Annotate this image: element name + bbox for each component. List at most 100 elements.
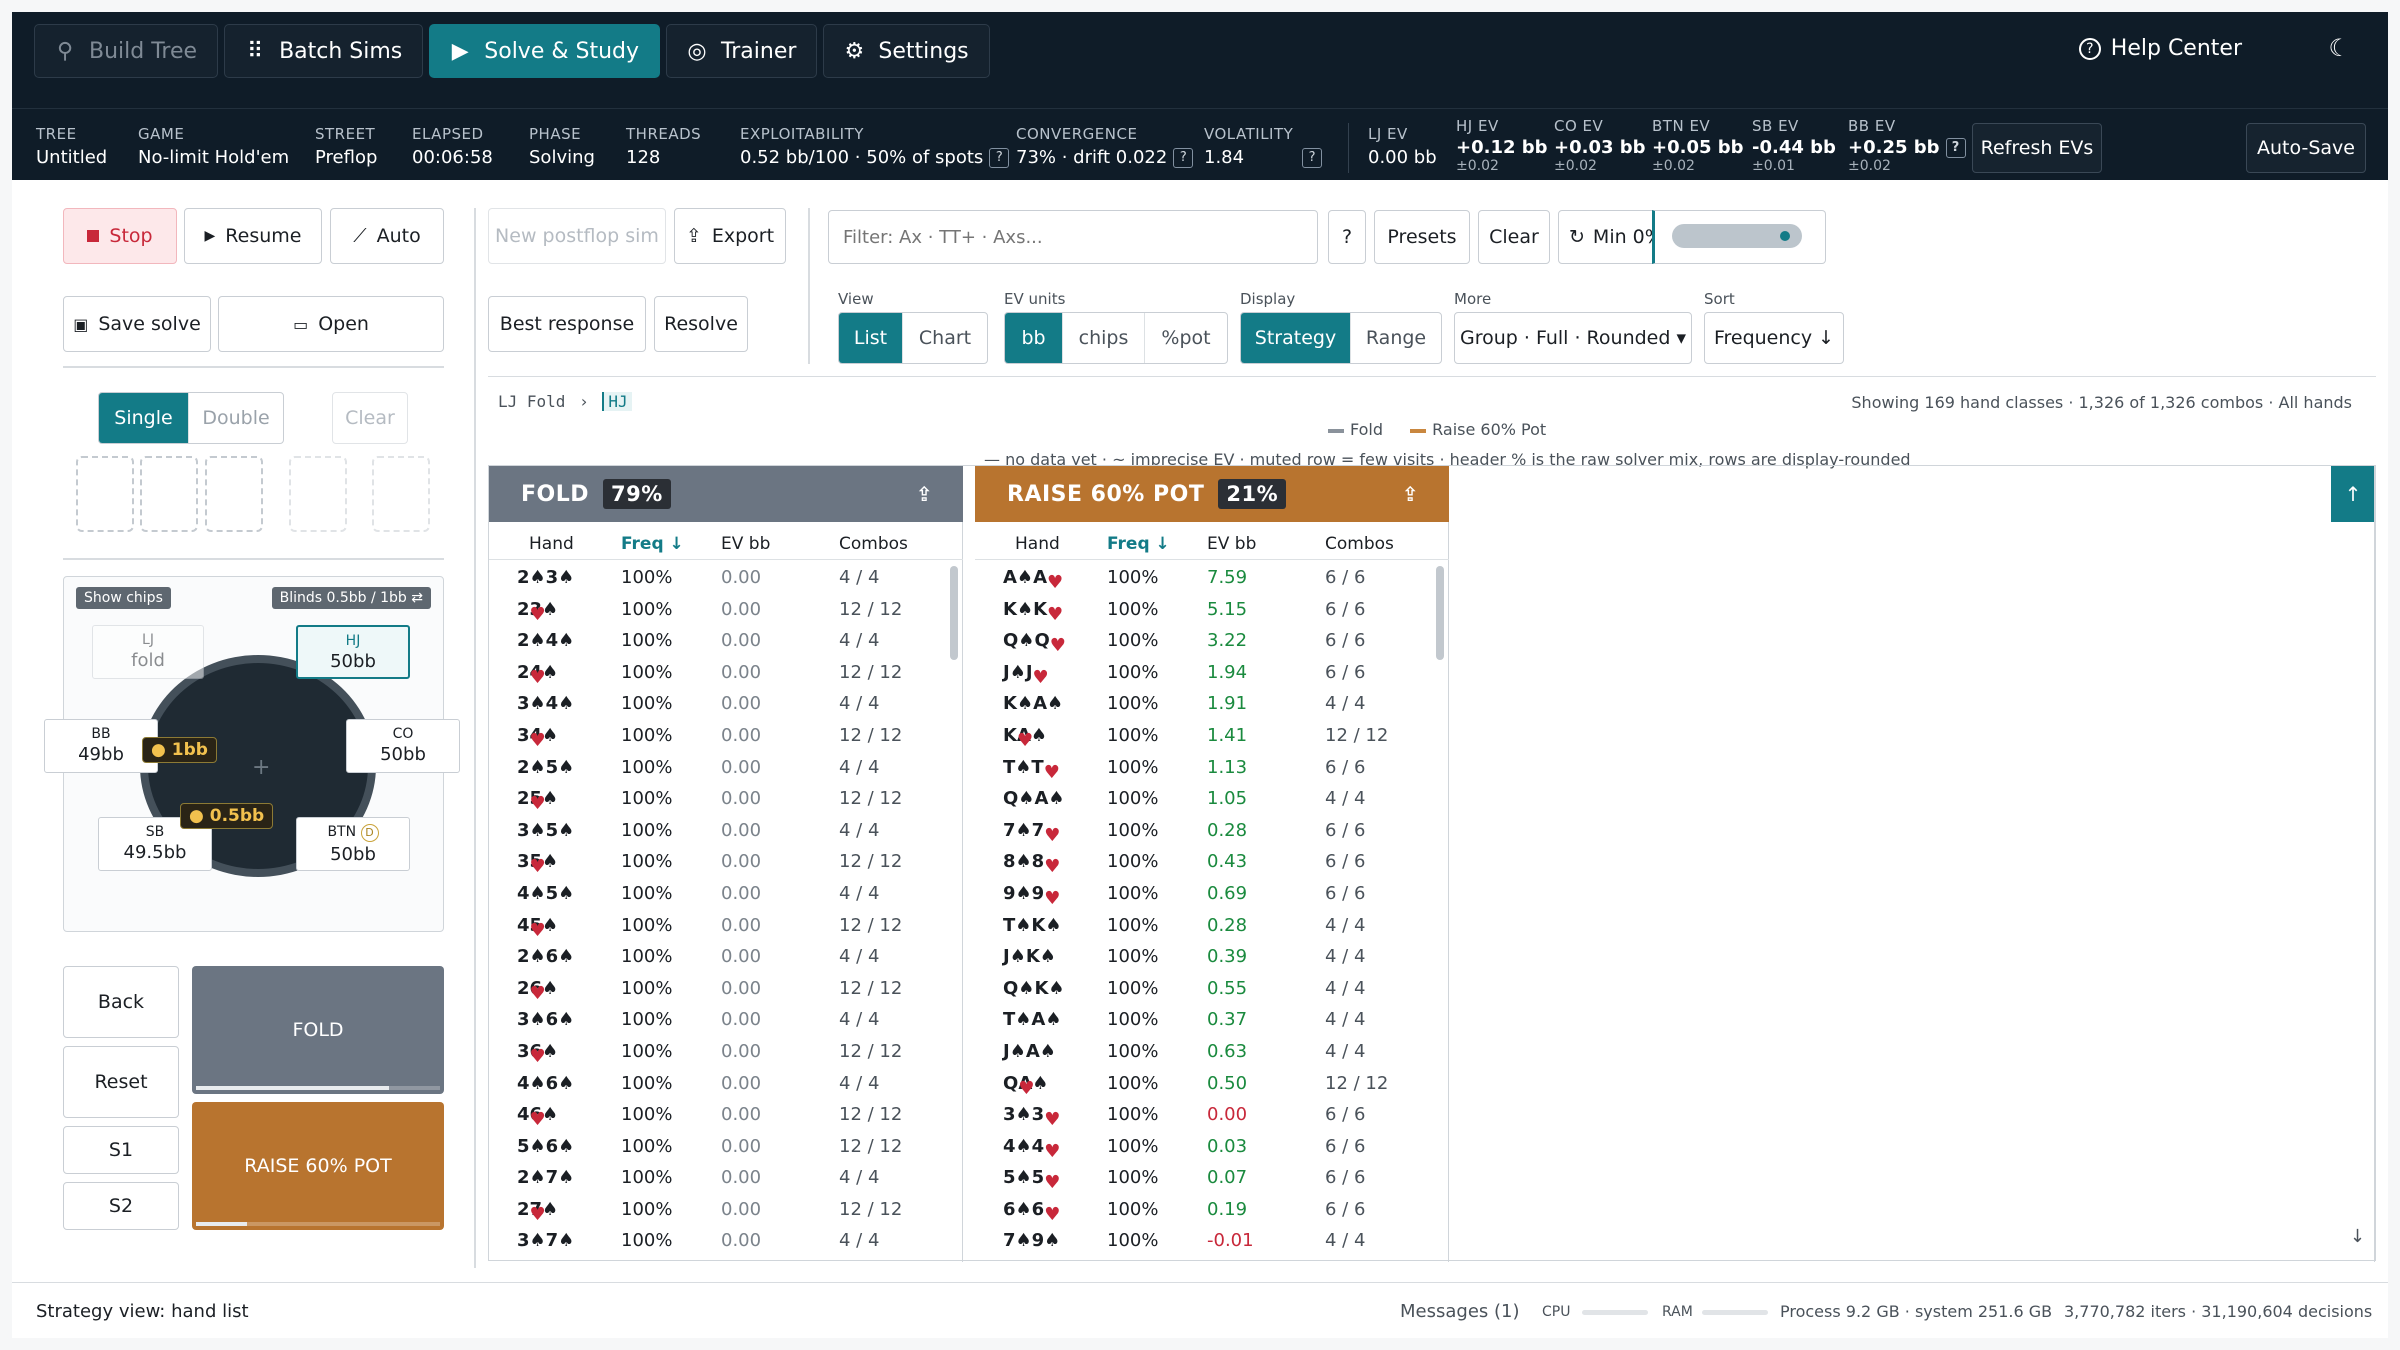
table-row[interactable]: 2 ♥ 7♠ 100% 0.00 12 / 12 <box>489 1194 949 1226</box>
ev-unit-bb-option[interactable]: bb <box>1005 313 1063 363</box>
table-row[interactable]: 4 ♥ 6♠ 100% 0.00 12 / 12 <box>489 1099 949 1131</box>
messages-link[interactable]: Messages (1) <box>1400 1301 1520 1322</box>
show-chips-button[interactable]: Show chips <box>76 587 171 609</box>
export-button[interactable]: ⇪ Export <box>674 208 786 264</box>
table-row[interactable]: 3♠4♠ 100% 0.00 4 / 4 <box>489 688 949 720</box>
min-frequency-control[interactable]: ↻ Min 0% <box>1558 210 1663 264</box>
board-card-slot-5[interactable] <box>372 456 430 532</box>
blinds-toggle-button[interactable]: Blinds 0.5bb / 1bb ⇄ <box>271 587 431 609</box>
table-row[interactable]: Q ♥ A♠ 100% 0.50 12 / 12 <box>975 1068 1435 1100</box>
nav-settings[interactable]: ⚙ Settings <box>823 24 990 78</box>
table-row[interactable]: 5♠6♠ 100% 0.00 12 / 12 <box>489 1131 949 1163</box>
table-row[interactable]: 3♠6♠ 100% 0.00 4 / 4 <box>489 1004 949 1036</box>
table-row[interactable]: J♠A♠ 100% 0.63 4 / 4 <box>975 1036 1435 1068</box>
seat-lj[interactable]: LJ fold <box>92 625 204 679</box>
view-list-option[interactable]: List <box>839 313 903 363</box>
table-row[interactable]: 3♠7♠ 100% 0.00 4 / 4 <box>489 1225 949 1257</box>
table-row[interactable]: 7♠9♠ 100% -0.01 4 / 4 <box>975 1225 1435 1257</box>
table-row[interactable]: 4♠6♠ 100% 0.00 4 / 4 <box>489 1068 949 1100</box>
table-row[interactable]: K♠A♠ 100% 1.91 4 / 4 <box>975 688 1435 720</box>
reset-button[interactable]: Reset <box>63 1046 179 1118</box>
board-card-slot-1[interactable] <box>76 456 134 532</box>
convergence-help-icon[interactable]: ? <box>1173 148 1194 168</box>
table-row[interactable]: 2♠6♠ 100% 0.00 4 / 4 <box>489 941 949 973</box>
resume-button[interactable]: ▶ Resume <box>184 208 322 264</box>
table-row[interactable]: 4♠5♠ 100% 0.00 4 / 4 <box>489 878 949 910</box>
table-row[interactable]: 3 ♥ 4♠ 100% 0.00 12 / 12 <box>489 720 949 752</box>
nav-solve-study[interactable]: ▶ Solve & Study <box>429 24 661 78</box>
seat-btn[interactable]: BTN D 50bb <box>296 817 410 871</box>
filter-help-button[interactable]: ? <box>1328 210 1366 264</box>
best-response-button[interactable]: Best response <box>488 296 646 352</box>
table-row[interactable]: A♠A ♥ 100% 7.59 6 / 6 <box>975 562 1435 594</box>
board-card-slot-2[interactable] <box>140 456 198 532</box>
table-row[interactable]: 2♠5♠ 100% 0.00 4 / 4 <box>489 752 949 784</box>
table-row[interactable]: 2 ♥ 4♠ 100% 0.00 12 / 12 <box>489 657 949 689</box>
table-row[interactable]: 8♠8 ♥ 100% 0.43 6 / 6 <box>975 846 1435 878</box>
view-chart-option[interactable]: Chart <box>903 313 987 363</box>
refresh-evs-button[interactable]: Refresh EVs <box>1972 123 2102 173</box>
scroll-down-arrow-icon[interactable]: ↓ <box>2350 1226 2365 1247</box>
save-solve-button[interactable]: ▣ Save solve <box>63 296 211 352</box>
nav-trainer[interactable]: ◎ Trainer <box>666 24 818 78</box>
upload-icon[interactable]: ⇪ <box>916 482 933 506</box>
table-row[interactable]: Q♠K♠ 100% 0.55 4 / 4 <box>975 973 1435 1005</box>
table-row[interactable]: 4♠4 ♥ 100% 0.03 6 / 6 <box>975 1131 1435 1163</box>
seat-co[interactable]: CO 50bb <box>346 719 460 773</box>
auto-save-button[interactable]: Auto-Save <box>2246 123 2366 173</box>
table-row[interactable]: 9♠9 ♥ 100% 0.69 6 / 6 <box>975 878 1435 910</box>
s2-button[interactable]: S2 <box>63 1182 179 1230</box>
min-frequency-slider[interactable] <box>1672 224 1802 248</box>
nav-build-tree[interactable]: ⚲ Build Tree <box>34 24 219 78</box>
table-row[interactable]: T♠A♠ 100% 0.37 4 / 4 <box>975 1004 1435 1036</box>
back-button[interactable]: Back <box>63 966 179 1038</box>
col-hand[interactable]: Hand <box>529 534 574 554</box>
presets-button[interactable]: Presets <box>1374 210 1470 264</box>
table-row[interactable]: Q♠A♠ 100% 1.05 4 / 4 <box>975 783 1435 815</box>
table-row[interactable]: K♠K ♥ 100% 5.15 6 / 6 <box>975 594 1435 626</box>
fold-action-button[interactable]: FOLD <box>192 966 444 1094</box>
single-board-toggle[interactable]: Single <box>99 393 189 443</box>
resolve-button[interactable]: Resolve <box>654 296 748 352</box>
new-postflop-sim-button[interactable]: New postflop sim <box>488 208 666 264</box>
table-row[interactable]: 3 ♥ 5♠ 100% 0.00 12 / 12 <box>489 846 949 878</box>
raise-action-button[interactable]: RAISE 60% POT <box>192 1102 444 1230</box>
open-button[interactable]: ▭ Open <box>218 296 444 352</box>
col-freq[interactable]: Freq ↓ <box>621 534 684 554</box>
table-row[interactable]: 2♠4♠ 100% 0.00 4 / 4 <box>489 625 949 657</box>
display-strategy-option[interactable]: Strategy <box>1241 313 1351 363</box>
scroll-top-arrow-icon[interactable]: ↑ <box>2331 466 2375 522</box>
breadcrumb-lj-fold[interactable]: LJ Fold <box>498 392 565 411</box>
table-row[interactable]: 2♠3♠ 100% 0.00 4 / 4 <box>489 562 949 594</box>
nav-batch-sims[interactable]: ⠿ Batch Sims <box>224 24 424 78</box>
col-ev[interactable]: EV bb <box>1207 534 1256 554</box>
table-row[interactable]: J♠K♠ 100% 0.39 4 / 4 <box>975 941 1435 973</box>
table-row[interactable]: 7♠7 ♥ 100% 0.28 6 / 6 <box>975 815 1435 847</box>
col-ev[interactable]: EV bb <box>721 534 770 554</box>
col-combos[interactable]: Combos <box>839 534 908 554</box>
col-freq[interactable]: Freq ↓ <box>1107 534 1170 554</box>
table-row[interactable]: 3♠5♠ 100% 0.00 4 / 4 <box>489 815 949 847</box>
ev-help-icon[interactable]: ? <box>1945 138 1966 158</box>
table-row[interactable]: J♠J ♥ 100% 1.94 6 / 6 <box>975 657 1435 689</box>
seat-bb[interactable]: BB 49bb <box>44 719 158 773</box>
volatility-help-icon[interactable]: ? <box>1302 148 1323 168</box>
table-row[interactable]: 6♠6 ♥ 100% 0.19 6 / 6 <box>975 1194 1435 1226</box>
filter-clear-button[interactable]: Clear <box>1478 210 1550 264</box>
table-row[interactable]: 2 ♥ 5♠ 100% 0.00 12 / 12 <box>489 783 949 815</box>
help-center-link[interactable]: ? Help Center <box>2078 36 2242 61</box>
s1-button[interactable]: S1 <box>63 1126 179 1174</box>
ev-unit-pot-option[interactable]: %pot <box>1145 313 1227 363</box>
stop-button[interactable]: Stop <box>63 208 177 264</box>
table-row[interactable]: T♠T ♥ 100% 1.13 6 / 6 <box>975 752 1435 784</box>
table-row[interactable]: 3♠3 ♥ 100% 0.00 6 / 6 <box>975 1099 1435 1131</box>
exploitability-help-icon[interactable]: ? <box>989 148 1010 168</box>
more-dropdown[interactable]: Group · Full · Rounded ▾ <box>1454 312 1692 364</box>
table-row[interactable]: 3 ♥ 6♠ 100% 0.00 12 / 12 <box>489 1036 949 1068</box>
board-card-slot-3[interactable] <box>205 456 263 532</box>
table-row[interactable]: 4 ♥ 5♠ 100% 0.00 12 / 12 <box>489 910 949 942</box>
col-combos[interactable]: Combos <box>1325 534 1394 554</box>
hand-filter-input[interactable] <box>828 210 1318 264</box>
board-card-slot-4[interactable] <box>289 456 347 532</box>
upload-icon[interactable]: ⇪ <box>1402 482 1419 506</box>
